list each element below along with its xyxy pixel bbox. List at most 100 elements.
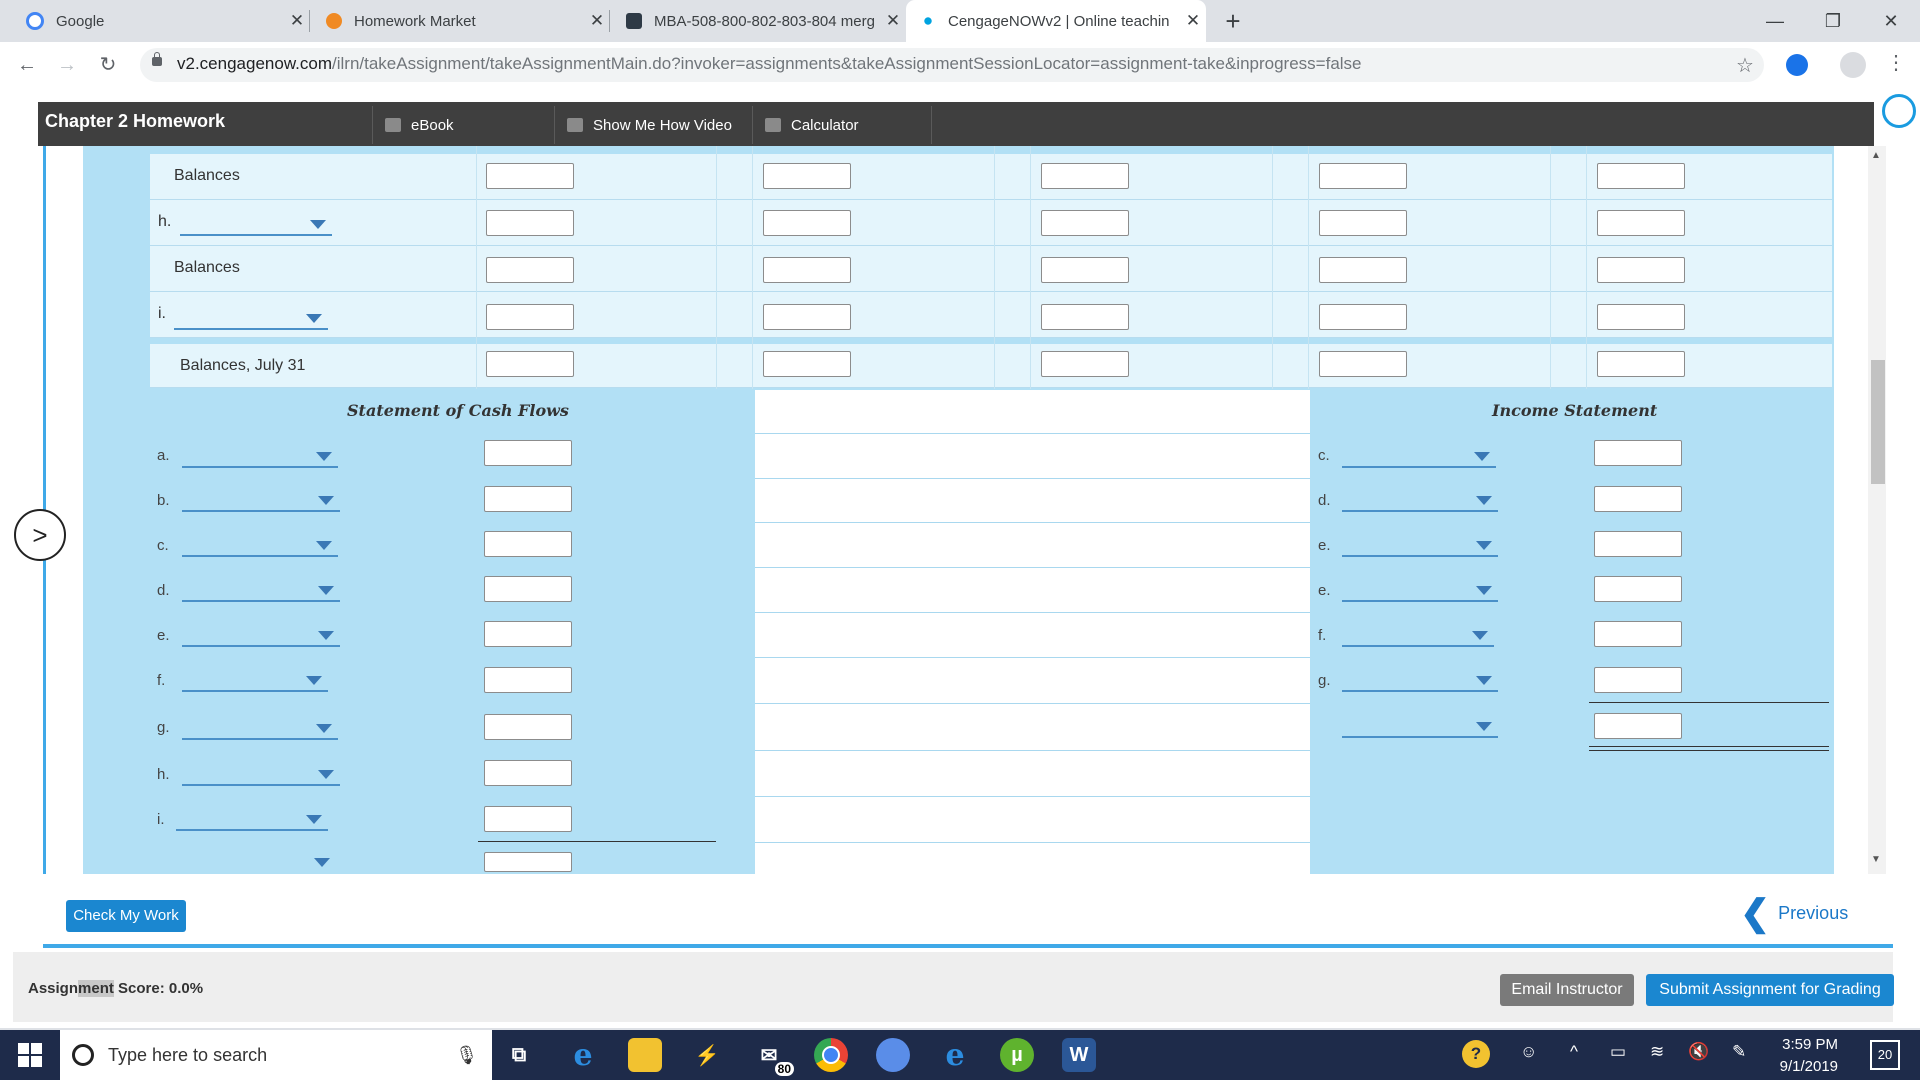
tab-cengage[interactable]: CengageNOWv2 | Online teachin ✕ xyxy=(906,0,1206,42)
email-instructor-button[interactable]: Email Instructor xyxy=(1500,974,1634,1006)
cash-flow-amount-input[interactable] xyxy=(484,621,572,647)
close-tab-icon[interactable]: ✕ xyxy=(284,11,310,31)
amount-input[interactable] xyxy=(1597,163,1685,189)
tab-google[interactable]: Google ✕ xyxy=(12,0,310,42)
income-amount-input[interactable] xyxy=(1594,486,1682,512)
utorrent-icon[interactable]: µ xyxy=(1000,1038,1034,1072)
close-window-icon[interactable]: ✕ xyxy=(1862,0,1920,42)
check-my-work-button[interactable]: Check My Work xyxy=(66,900,186,932)
help-headset-icon[interactable] xyxy=(1882,94,1916,128)
amount-input[interactable] xyxy=(763,257,851,283)
forward-arrow-icon[interactable]: → xyxy=(52,50,82,80)
wifi-icon[interactable]: ≋ xyxy=(1650,1042,1664,1062)
battery-icon[interactable]: ▭ xyxy=(1610,1042,1626,1062)
back-arrow-icon[interactable]: ← xyxy=(12,50,42,80)
profile-avatar-icon[interactable] xyxy=(1840,52,1866,78)
amount-input[interactable] xyxy=(1041,163,1129,189)
income-dropdown-e2[interactable] xyxy=(1342,578,1498,602)
maximize-icon[interactable]: ❐ xyxy=(1804,0,1862,42)
tab-homework-market[interactable]: Homework Market ✕ xyxy=(312,0,610,42)
menu-dots-icon[interactable]: ⋮ xyxy=(1886,50,1906,75)
clock[interactable]: 3:59 PM 9/1/2019 xyxy=(1772,1034,1838,1078)
amount-input[interactable] xyxy=(1319,163,1407,189)
cash-flow-amount-input[interactable] xyxy=(484,531,572,557)
lock-icon[interactable] xyxy=(152,52,162,66)
amount-input[interactable] xyxy=(1597,304,1685,330)
income-dropdown-total[interactable] xyxy=(1342,714,1498,738)
extension-icon[interactable] xyxy=(1786,54,1808,76)
account-dropdown-h[interactable] xyxy=(180,212,332,236)
previous-button[interactable]: ❮ Previous xyxy=(1740,895,1848,931)
file-explorer-icon[interactable] xyxy=(628,1038,662,1072)
taskbar-search[interactable]: Type here to search 🎙 xyxy=(60,1030,492,1080)
amount-input[interactable] xyxy=(486,304,574,330)
amount-input[interactable] xyxy=(1319,304,1407,330)
cash-flow-dropdown-d[interactable] xyxy=(182,578,340,602)
cash-flow-total-input[interactable] xyxy=(484,852,572,872)
notifications-icon[interactable]: 20 xyxy=(1870,1040,1900,1070)
pen-icon[interactable]: ✎ xyxy=(1732,1042,1746,1062)
scroll-down-icon[interactable]: ▼ xyxy=(1871,854,1881,865)
amount-input[interactable] xyxy=(763,351,851,377)
amount-input[interactable] xyxy=(1597,257,1685,283)
amount-input[interactable] xyxy=(1319,210,1407,236)
amount-input[interactable] xyxy=(1597,351,1685,377)
reload-icon[interactable]: ↻ xyxy=(93,50,123,80)
submit-assignment-button[interactable]: Submit Assignment for Grading xyxy=(1646,974,1894,1006)
income-amount-input[interactable] xyxy=(1594,531,1682,557)
microphone-icon[interactable]: 🎙 xyxy=(455,1045,478,1066)
cash-flow-dropdown-b[interactable] xyxy=(182,488,340,512)
income-dropdown-f[interactable] xyxy=(1342,623,1494,647)
amount-input[interactable] xyxy=(1319,257,1407,283)
amount-input[interactable] xyxy=(486,351,574,377)
cash-flow-dropdown-g[interactable] xyxy=(182,716,338,740)
cash-flow-dropdown-a[interactable] xyxy=(182,444,338,468)
amount-input[interactable] xyxy=(1041,257,1129,283)
video-button[interactable]: Show Me How Video xyxy=(554,106,752,144)
amount-input[interactable] xyxy=(486,257,574,283)
calculator-button[interactable]: Calculator xyxy=(752,106,932,144)
cash-flow-dropdown-c[interactable] xyxy=(182,533,338,557)
new-tab-icon[interactable]: + xyxy=(1218,6,1248,36)
amount-input[interactable] xyxy=(763,210,851,236)
income-total-input[interactable] xyxy=(1594,713,1682,739)
scrollbar-thumb[interactable] xyxy=(1871,360,1885,484)
amount-input[interactable] xyxy=(763,163,851,189)
ebook-button[interactable]: eBook xyxy=(372,106,554,144)
close-tab-icon[interactable]: ✕ xyxy=(584,11,610,31)
volume-muted-icon[interactable]: 🔇 xyxy=(1688,1042,1709,1062)
cash-flow-dropdown-e[interactable] xyxy=(182,623,340,647)
internet-explorer-icon[interactable]: e xyxy=(938,1038,972,1073)
cash-flow-amount-input[interactable] xyxy=(484,576,572,602)
cash-flow-dropdown-h[interactable] xyxy=(182,762,340,786)
cash-flow-amount-input[interactable] xyxy=(484,714,572,740)
url-text[interactable]: v2.cengagenow.com/ilrn/takeAssignment/ta… xyxy=(177,54,1362,74)
cash-flow-amount-input[interactable] xyxy=(484,486,572,512)
mail-icon[interactable]: ✉ 80 xyxy=(752,1038,794,1076)
scroll-up-icon[interactable]: ▲ xyxy=(1871,150,1881,161)
amount-input[interactable] xyxy=(1319,351,1407,377)
close-tab-icon[interactable]: ✕ xyxy=(1180,11,1206,31)
tab-mba[interactable]: MBA-508-800-802-803-804 merg ✕ xyxy=(612,0,906,42)
expand-sidebar-chevron-icon[interactable]: > xyxy=(14,509,66,561)
income-amount-input[interactable] xyxy=(1594,440,1682,466)
people-icon[interactable]: ☺ xyxy=(1520,1042,1537,1062)
vscode-icon[interactable]: ⚡ xyxy=(690,1038,724,1072)
chevron-up-icon[interactable]: ^ xyxy=(1570,1042,1578,1062)
amount-input[interactable] xyxy=(486,210,574,236)
cash-flow-amount-input[interactable] xyxy=(484,667,572,693)
chrome-profile-icon[interactable] xyxy=(876,1038,910,1072)
amount-input[interactable] xyxy=(1041,304,1129,330)
close-tab-icon[interactable]: ✕ xyxy=(880,11,906,31)
income-amount-input[interactable] xyxy=(1594,621,1682,647)
minimize-icon[interactable]: — xyxy=(1746,0,1804,42)
cash-flow-amount-input[interactable] xyxy=(484,760,572,786)
account-dropdown-i[interactable] xyxy=(174,306,328,330)
edge-icon[interactable]: e xyxy=(566,1038,600,1073)
windows-start-icon[interactable] xyxy=(18,1043,42,1067)
cash-flow-dropdown-i[interactable] xyxy=(176,807,328,831)
task-view-icon[interactable]: ⧉ xyxy=(502,1038,536,1072)
cash-flow-dropdown-total[interactable] xyxy=(300,850,336,872)
amount-input[interactable] xyxy=(486,163,574,189)
cash-flow-amount-input[interactable] xyxy=(484,806,572,832)
